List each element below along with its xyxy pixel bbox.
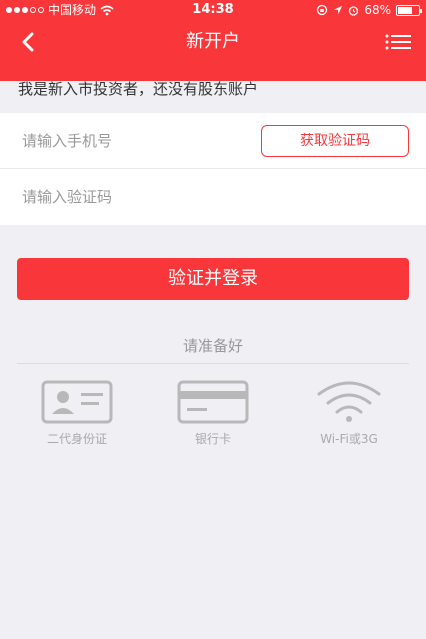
prepare-label-id-card: 二代身份证 [46,432,107,446]
prepare-label-wifi: Wi-Fi或3G [320,432,378,446]
register-form: 获取验证码 [0,113,426,225]
prepare-item-id-card: 二代身份证 [17,380,137,447]
bank-card-icon [177,380,249,424]
battery-icon [396,4,422,16]
prepare-item-wifi: Wi-Fi或3G [289,380,409,447]
new-investor-hint: 我是新入市投资者，还没有股东账户 [18,80,259,98]
prepare-item-bank-card: 银行卡 [153,380,273,447]
verify-login-button[interactable]: 验证并登录 [17,258,409,300]
phone-row: 获取验证码 [0,113,426,169]
menu-button[interactable] [382,26,414,58]
navigation-bar: 新开户 [0,20,426,64]
app-header: 中国移动 14:38 68% 新开户 [0,0,426,81]
alarm-icon [349,5,359,16]
prepare-title: 请准备好 [182,337,243,355]
prepare-divider [17,363,409,364]
get-code-button[interactable]: 获取验证码 [261,125,409,157]
list-menu-icon [385,34,411,50]
id-card-icon [41,380,113,424]
wifi-icon [317,381,381,422]
location-icon [334,6,343,14]
battery-percent: 68% [364,3,391,17]
prepare-label-bank-card: 银行卡 [194,432,231,446]
status-right: 68% [316,0,422,20]
page-title: 新开户 [186,31,240,52]
status-bar: 中国移动 14:38 68% [0,0,426,20]
verification-code-input[interactable] [22,181,242,213]
rotation-lock-icon [317,4,328,16]
phone-input[interactable] [22,125,242,157]
code-row [0,169,426,225]
